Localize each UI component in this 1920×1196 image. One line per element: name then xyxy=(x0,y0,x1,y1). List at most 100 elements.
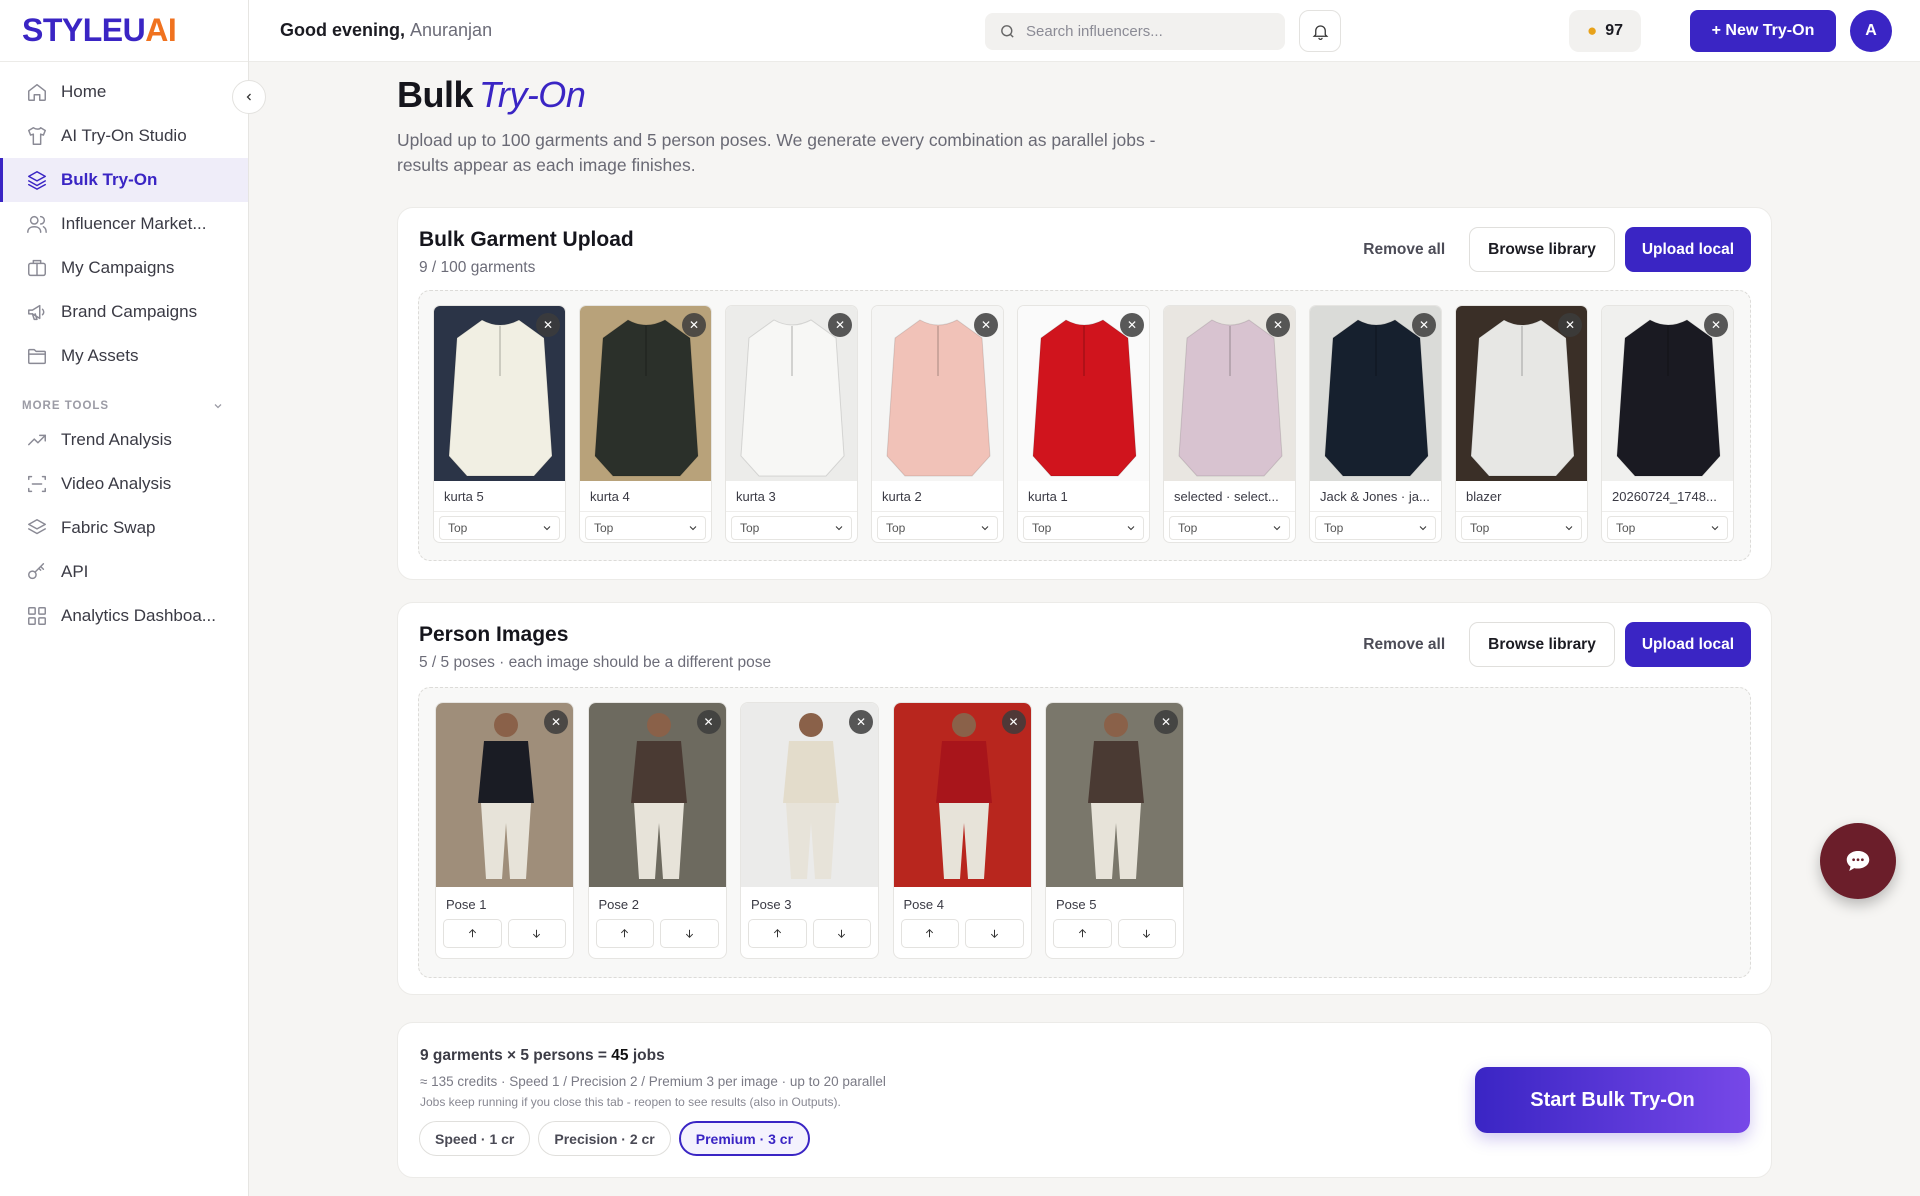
garment-tile[interactable]: ✕ kurta 5 Top xyxy=(433,305,566,543)
person-tile[interactable]: ✕ Pose 3 xyxy=(740,702,879,959)
garment-type-select[interactable]: Top xyxy=(731,516,852,540)
sidebar-item-brand-campaigns[interactable]: Brand Campaigns xyxy=(0,290,248,334)
move-down-button[interactable] xyxy=(507,919,566,948)
sidebar-item-api[interactable]: API xyxy=(0,550,248,594)
garment-name[interactable]: kurta 1 xyxy=(1018,481,1149,512)
chevron-down-icon xyxy=(835,526,843,531)
garment-type-select[interactable]: Top xyxy=(1607,516,1728,540)
garment-count: 9 / 100 garments xyxy=(419,259,536,276)
garment-type-select[interactable]: Top xyxy=(877,516,998,540)
sidebar-item-home[interactable]: Home xyxy=(0,70,248,114)
remove-garment-button[interactable]: ✕ xyxy=(974,313,998,337)
tier-speed-button[interactable]: Speed · 1 cr xyxy=(419,1121,531,1156)
garment-tile[interactable]: ✕ selected · select... Top xyxy=(1163,305,1296,543)
sidebar-item-ai-try-on-studio[interactable]: AI Try-On Studio xyxy=(0,114,248,158)
person-drop-area[interactable]: ✕ Pose 1 ✕ Pose 2 ✕ Pose 3 ✕ Pose 4 ✕ Pose 5 xyxy=(418,687,1751,978)
person-tile[interactable]: ✕ Pose 5 xyxy=(1045,702,1184,959)
garment-type-select[interactable]: Top xyxy=(1315,516,1436,540)
garment-tile[interactable]: ✕ blazer Top xyxy=(1455,305,1588,543)
garment-tile[interactable]: ✕ kurta 2 Top xyxy=(871,305,1004,543)
garment-name[interactable]: Jack & Jones · ja... xyxy=(1310,481,1441,512)
tier-premium-button[interactable]: Premium · 3 cr xyxy=(678,1121,811,1156)
remove-garment-button[interactable]: ✕ xyxy=(682,313,706,337)
credits-badge[interactable]: ● 97 xyxy=(1569,10,1641,52)
garment-tile[interactable]: ✕ kurta 4 Top xyxy=(579,305,712,543)
new-try-on-button[interactable]: + New Try-On xyxy=(1690,10,1836,52)
sidebar-item-my-campaigns[interactable]: My Campaigns xyxy=(0,246,248,290)
sidebar-item-fabric-swap[interactable]: Fabric Swap xyxy=(0,506,248,550)
person-tile[interactable]: ✕ Pose 2 xyxy=(587,702,727,959)
move-up-button[interactable] xyxy=(748,919,807,948)
remove-person-button[interactable]: ✕ xyxy=(696,710,721,734)
remove-garment-button[interactable]: ✕ xyxy=(1412,313,1436,337)
browse-library-garments-button[interactable]: Browse library xyxy=(1469,227,1615,272)
garment-tile[interactable]: ✕ 20260724_1748... Top xyxy=(1601,305,1734,543)
arrow-down-icon xyxy=(990,929,998,938)
garment-name[interactable]: blazer xyxy=(1456,481,1587,512)
move-up-button[interactable] xyxy=(443,919,502,948)
garment-tile[interactable]: ✕ Jack & Jones · ja... Top xyxy=(1309,305,1442,543)
person-tile[interactable]: ✕ Pose 4 xyxy=(892,702,1032,959)
remove-person-button[interactable]: ✕ xyxy=(544,710,568,734)
garment-thumbnail: ✕ xyxy=(434,306,565,481)
remove-garment-button[interactable]: ✕ xyxy=(828,313,852,337)
sidebar-item-analytics-dashboard[interactable]: Analytics Dashboa... xyxy=(0,594,248,638)
chat-button[interactable] xyxy=(1820,823,1896,899)
remove-person-button[interactable]: ✕ xyxy=(849,710,873,734)
garment-name[interactable]: selected · select... xyxy=(1164,481,1295,512)
tier-precision-button[interactable]: Precision · 2 cr xyxy=(538,1121,671,1156)
garment-type-select[interactable]: Top xyxy=(1169,516,1290,540)
upload-local-garments-button[interactable]: Upload local xyxy=(1624,227,1751,272)
sidebar-item-influencer-marketplace[interactable]: Influencer Market... xyxy=(0,202,248,246)
move-down-button[interactable] xyxy=(1117,919,1176,948)
move-up-button[interactable] xyxy=(900,919,959,948)
sidebar-item-bulk-try-on[interactable]: Bulk Try-On xyxy=(0,158,248,202)
sidebar-item-trend-analysis[interactable]: Trend Analysis xyxy=(0,418,248,462)
remove-garment-button[interactable]: ✕ xyxy=(1704,313,1728,337)
garment-drop-area[interactable]: ✕ kurta 5 Top ✕ kurta 4 Top ✕ kurta 3 Top ✕ kurta … xyxy=(418,290,1751,561)
garment-tile[interactable]: ✕ kurta 3 Top xyxy=(725,305,858,543)
move-down-button[interactable] xyxy=(660,919,719,948)
sidebar-item-video-analysis[interactable]: Video Analysis xyxy=(0,462,248,506)
garment-type-select[interactable]: Top xyxy=(439,516,560,540)
garment-tile[interactable]: ✕ kurta 1 Top xyxy=(1017,305,1150,543)
chevron-down-icon xyxy=(689,526,697,531)
remove-garment-button[interactable]: ✕ xyxy=(536,313,560,337)
person-head xyxy=(494,713,518,737)
avatar[interactable]: A xyxy=(1850,10,1892,52)
move-up-button[interactable] xyxy=(1053,919,1112,948)
remove-garment-button[interactable]: ✕ xyxy=(1266,313,1290,337)
remove-garment-button[interactable]: ✕ xyxy=(1558,313,1582,337)
users-icon xyxy=(27,215,47,233)
move-down-button[interactable] xyxy=(812,919,871,948)
garment-name[interactable]: kurta 3 xyxy=(726,481,857,512)
start-bulk-try-on-button[interactable]: Start Bulk Try-On xyxy=(1475,1067,1750,1133)
garment-type-select[interactable]: Top xyxy=(1461,516,1582,540)
upload-local-persons-button[interactable]: Upload local xyxy=(1624,622,1751,667)
job-summary-suffix: jobs xyxy=(632,1047,665,1064)
remove-garment-button[interactable]: ✕ xyxy=(1120,313,1144,337)
notifications-button[interactable] xyxy=(1299,10,1341,52)
move-down-button[interactable] xyxy=(965,919,1024,948)
sidebar-item-my-assets[interactable]: My Assets xyxy=(0,334,248,378)
move-up-button[interactable] xyxy=(595,919,654,948)
remove-all-garments-button[interactable]: Remove all xyxy=(1363,241,1445,259)
garment-name[interactable]: kurta 5 xyxy=(434,481,565,512)
garment-upload-card: Bulk Garment Upload 9 / 100 garments Rem… xyxy=(397,207,1772,580)
person-tile[interactable]: ✕ Pose 1 xyxy=(435,702,574,959)
collapse-sidebar-button[interactable] xyxy=(232,80,266,114)
browse-library-persons-button[interactable]: Browse library xyxy=(1469,622,1615,667)
chevron-left-icon xyxy=(246,93,251,101)
garment-type-select[interactable]: Top xyxy=(1023,516,1144,540)
brand-logo[interactable]: STYLEU AI xyxy=(0,0,248,62)
remove-person-button[interactable]: ✕ xyxy=(1154,710,1178,734)
garment-type-select[interactable]: Top xyxy=(585,516,706,540)
garment-name[interactable]: 20260724_1748... xyxy=(1602,481,1733,512)
remove-all-persons-button[interactable]: Remove all xyxy=(1363,636,1445,654)
search-input[interactable]: Search influencers... xyxy=(985,13,1285,50)
garment-thumbnail: ✕ xyxy=(872,306,1003,481)
more-tools-section[interactable]: MORE TOOLS xyxy=(0,378,248,418)
garment-name[interactable]: kurta 2 xyxy=(872,481,1003,512)
remove-person-button[interactable]: ✕ xyxy=(1001,710,1026,734)
garment-name[interactable]: kurta 4 xyxy=(580,481,711,512)
